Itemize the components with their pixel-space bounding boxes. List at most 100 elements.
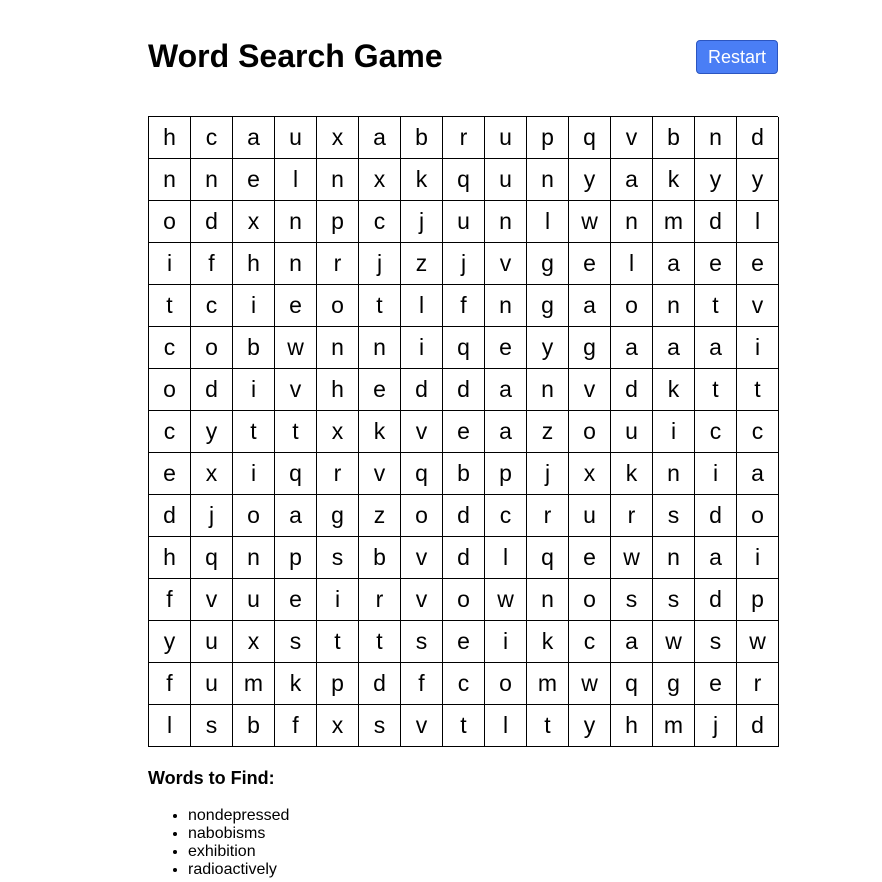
grid-cell[interactable]: c	[191, 285, 233, 327]
grid-cell[interactable]: m	[653, 705, 695, 747]
grid-cell[interactable]: b	[443, 453, 485, 495]
grid-cell[interactable]: l	[401, 285, 443, 327]
grid-cell[interactable]: o	[737, 495, 779, 537]
grid-cell[interactable]: v	[737, 285, 779, 327]
grid-cell[interactable]: j	[527, 453, 569, 495]
grid-cell[interactable]: m	[527, 663, 569, 705]
grid-cell[interactable]: n	[653, 537, 695, 579]
grid-cell[interactable]: x	[191, 453, 233, 495]
grid-cell[interactable]: o	[191, 327, 233, 369]
grid-cell[interactable]: c	[191, 117, 233, 159]
grid-cell[interactable]: e	[275, 579, 317, 621]
grid-cell[interactable]: i	[401, 327, 443, 369]
grid-cell[interactable]: j	[695, 705, 737, 747]
grid-cell[interactable]: d	[695, 201, 737, 243]
grid-cell[interactable]: v	[191, 579, 233, 621]
grid-cell[interactable]: v	[611, 117, 653, 159]
grid-cell[interactable]: i	[149, 243, 191, 285]
grid-cell[interactable]: c	[359, 201, 401, 243]
grid-cell[interactable]: d	[359, 663, 401, 705]
grid-cell[interactable]: q	[401, 453, 443, 495]
grid-cell[interactable]: y	[527, 327, 569, 369]
grid-cell[interactable]: o	[611, 285, 653, 327]
grid-cell[interactable]: n	[275, 201, 317, 243]
grid-cell[interactable]: n	[485, 285, 527, 327]
grid-cell[interactable]: o	[149, 201, 191, 243]
grid-cell[interactable]: k	[401, 159, 443, 201]
grid-cell[interactable]: q	[611, 663, 653, 705]
grid-cell[interactable]: f	[401, 663, 443, 705]
grid-cell[interactable]: r	[527, 495, 569, 537]
grid-cell[interactable]: a	[695, 327, 737, 369]
grid-cell[interactable]: n	[233, 537, 275, 579]
grid-cell[interactable]: l	[527, 201, 569, 243]
grid-cell[interactable]: r	[359, 579, 401, 621]
grid-cell[interactable]: o	[149, 369, 191, 411]
grid-cell[interactable]: k	[527, 621, 569, 663]
grid-cell[interactable]: d	[191, 201, 233, 243]
grid-cell[interactable]: b	[359, 537, 401, 579]
grid-cell[interactable]: n	[485, 201, 527, 243]
grid-cell[interactable]: s	[653, 579, 695, 621]
grid-cell[interactable]: w	[611, 537, 653, 579]
grid-cell[interactable]: w	[737, 621, 779, 663]
grid-cell[interactable]: d	[443, 369, 485, 411]
grid-cell[interactable]: y	[569, 159, 611, 201]
grid-cell[interactable]: e	[569, 243, 611, 285]
grid-cell[interactable]: l	[485, 537, 527, 579]
grid-cell[interactable]: q	[569, 117, 611, 159]
grid-cell[interactable]: v	[569, 369, 611, 411]
grid-cell[interactable]: d	[149, 495, 191, 537]
grid-cell[interactable]: a	[233, 117, 275, 159]
grid-cell[interactable]: n	[275, 243, 317, 285]
grid-cell[interactable]: i	[695, 453, 737, 495]
grid-cell[interactable]: x	[359, 159, 401, 201]
grid-cell[interactable]: a	[653, 327, 695, 369]
grid-cell[interactable]: g	[527, 243, 569, 285]
grid-cell[interactable]: v	[359, 453, 401, 495]
grid-cell[interactable]: y	[737, 159, 779, 201]
grid-cell[interactable]: c	[149, 327, 191, 369]
grid-cell[interactable]: m	[653, 201, 695, 243]
grid-cell[interactable]: m	[233, 663, 275, 705]
grid-cell[interactable]: d	[191, 369, 233, 411]
grid-cell[interactable]: k	[275, 663, 317, 705]
grid-cell[interactable]: s	[191, 705, 233, 747]
grid-cell[interactable]: d	[443, 537, 485, 579]
grid-cell[interactable]: e	[569, 537, 611, 579]
grid-cell[interactable]: a	[611, 159, 653, 201]
grid-cell[interactable]: u	[191, 621, 233, 663]
grid-cell[interactable]: d	[401, 369, 443, 411]
grid-cell[interactable]: i	[737, 327, 779, 369]
grid-cell[interactable]: f	[149, 663, 191, 705]
grid-cell[interactable]: w	[569, 201, 611, 243]
grid-cell[interactable]: t	[359, 285, 401, 327]
grid-cell[interactable]: i	[737, 537, 779, 579]
grid-cell[interactable]: r	[611, 495, 653, 537]
grid-cell[interactable]: b	[233, 327, 275, 369]
grid-cell[interactable]: l	[485, 705, 527, 747]
grid-cell[interactable]: z	[527, 411, 569, 453]
grid-cell[interactable]: w	[275, 327, 317, 369]
grid-cell[interactable]: d	[737, 117, 779, 159]
grid-cell[interactable]: e	[443, 621, 485, 663]
grid-cell[interactable]: n	[191, 159, 233, 201]
grid-cell[interactable]: n	[527, 159, 569, 201]
grid-cell[interactable]: c	[149, 411, 191, 453]
grid-cell[interactable]: i	[485, 621, 527, 663]
grid-cell[interactable]: d	[695, 495, 737, 537]
grid-cell[interactable]: y	[149, 621, 191, 663]
grid-cell[interactable]: j	[191, 495, 233, 537]
grid-cell[interactable]: t	[359, 621, 401, 663]
grid-cell[interactable]: t	[233, 411, 275, 453]
grid-cell[interactable]: b	[233, 705, 275, 747]
grid-cell[interactable]: r	[737, 663, 779, 705]
grid-cell[interactable]: u	[233, 579, 275, 621]
grid-cell[interactable]: e	[275, 285, 317, 327]
grid-cell[interactable]: a	[275, 495, 317, 537]
grid-cell[interactable]: q	[443, 159, 485, 201]
grid-cell[interactable]: o	[443, 579, 485, 621]
grid-cell[interactable]: p	[737, 579, 779, 621]
grid-cell[interactable]: a	[485, 411, 527, 453]
grid-cell[interactable]: s	[275, 621, 317, 663]
